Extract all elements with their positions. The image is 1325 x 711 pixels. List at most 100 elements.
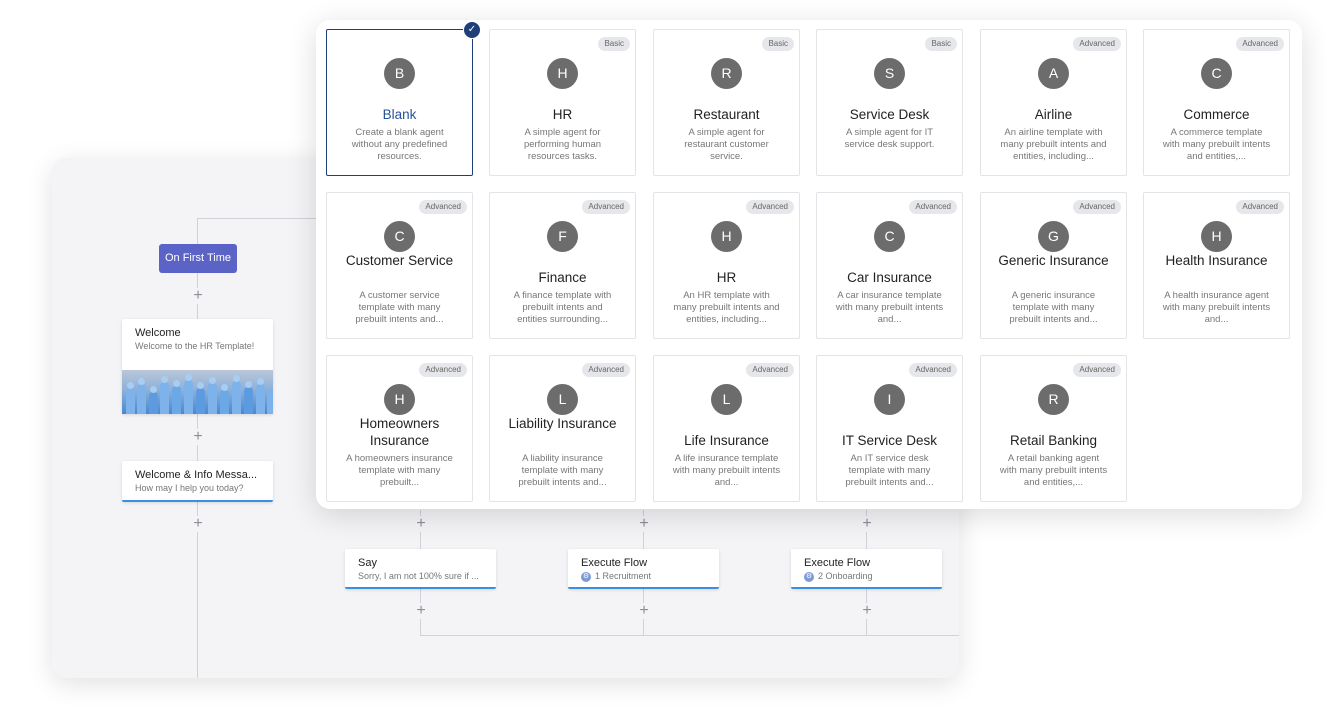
template-card-health-insurance[interactable]: Advanced H Health Insurance A health ins… <box>1143 192 1290 339</box>
template-card-commerce[interactable]: Advanced C Commerce A commerce template … <box>1143 29 1290 176</box>
node-title: Execute Flow <box>804 557 871 569</box>
template-name: Restaurant <box>693 107 760 122</box>
welcome-info-node[interactable]: Welcome & Info Messa... How may I help y… <box>122 461 273 502</box>
say-node[interactable]: Say Sorry, I am not 100% sure if ... <box>345 549 496 589</box>
template-card-restaurant[interactable]: Basic R Restaurant A simple agent for re… <box>653 29 800 176</box>
template-avatar: H <box>711 221 742 252</box>
template-description: A liability insurance template with many… <box>518 453 607 488</box>
template-avatar: C <box>874 221 905 252</box>
template-name: Customer Service <box>345 253 454 268</box>
template-card-it-service-desk[interactable]: Advanced I IT Service Desk An IT service… <box>816 355 963 502</box>
template-badge: Advanced <box>1073 200 1121 214</box>
template-name: Commerce <box>1183 107 1250 122</box>
template-avatar: F <box>547 221 578 252</box>
template-name: Airline <box>1034 107 1073 122</box>
template-badge: Advanced <box>1073 37 1121 51</box>
template-avatar: L <box>711 384 742 415</box>
template-badge: Advanced <box>419 200 467 214</box>
template-description: A homeowners insurance template with man… <box>346 453 453 488</box>
template-badge: Basic <box>762 37 794 51</box>
template-avatar: A <box>1038 58 1069 89</box>
template-avatar: R <box>1038 384 1069 415</box>
template-name: Blank <box>382 107 417 122</box>
template-avatar: S <box>874 58 905 89</box>
template-card-hr-basic[interactable]: Basic H HR A simple agent for performing… <box>489 29 636 176</box>
execute-flow-node[interactable]: Execute Flow ⚙ 2 Onboarding <box>791 549 942 589</box>
plus-icon[interactable]: + <box>636 603 652 619</box>
template-name: Health Insurance <box>1165 253 1268 268</box>
template-name: Generic Insurance <box>998 253 1109 268</box>
plus-icon[interactable]: + <box>190 516 206 532</box>
template-avatar: C <box>384 221 415 252</box>
execute-flow-node[interactable]: Execute Flow ⚙ 1 Recruitment <box>568 549 719 589</box>
template-badge: Advanced <box>909 200 957 214</box>
template-card-hr-advanced[interactable]: Advanced H HR An HR template with many p… <box>653 192 800 339</box>
template-card-car-insurance[interactable]: Advanced C Car Insurance A car insurance… <box>816 192 963 339</box>
template-avatar: C <box>1201 58 1232 89</box>
node-subtitle: Welcome to the HR Template! <box>135 341 255 351</box>
template-card-blank[interactable]: B Blank Create a blank agent without any… <box>326 29 473 176</box>
template-badge: Advanced <box>419 363 467 377</box>
node-title: Welcome <box>135 327 181 339</box>
template-description: An airline template with many prebuilt i… <box>1000 127 1107 162</box>
plus-icon[interactable]: + <box>190 288 206 304</box>
plus-icon[interactable]: + <box>413 603 429 619</box>
template-name: Retail Banking <box>1009 433 1098 448</box>
template-badge: Advanced <box>1073 363 1121 377</box>
template-description: A health insurance agent with many prebu… <box>1162 290 1271 325</box>
node-title: Say <box>358 557 377 569</box>
template-avatar: B <box>384 58 415 89</box>
template-badge: Advanced <box>582 200 630 214</box>
template-description: A retail banking agent with many prebuil… <box>999 453 1108 488</box>
template-description: Create a blank agent without any predefi… <box>351 127 448 162</box>
node-title: Welcome & Info Messa... <box>135 469 258 481</box>
template-card-liability-insurance[interactable]: Advanced L Liability Insurance A liabili… <box>489 355 636 502</box>
welcome-node[interactable]: Welcome Welcome to the HR Template! <box>122 319 273 414</box>
template-name: HR <box>716 270 737 285</box>
template-name: HR <box>552 107 573 122</box>
template-name: Life Insurance <box>684 433 769 448</box>
template-description: A life insurance template with many preb… <box>672 453 781 488</box>
node-subtitle: 1 Recruitment <box>595 571 652 581</box>
template-description: A finance template with prebuilt intents… <box>513 290 612 325</box>
welcome-image <box>122 370 273 414</box>
node-subtitle: Sorry, I am not 100% sure if ... <box>358 571 479 581</box>
template-description: A simple agent for IT service desk suppo… <box>844 127 935 150</box>
node-title: Execute Flow <box>581 557 648 569</box>
template-card-customer-service[interactable]: Advanced C Customer Service A customer s… <box>326 192 473 339</box>
template-badge: Advanced <box>1236 37 1284 51</box>
template-description: A simple agent for restaurant customer s… <box>684 127 769 162</box>
template-card-homeowners-insurance[interactable]: Advanced H Homeowners Insurance A homeow… <box>326 355 473 502</box>
template-avatar: H <box>1201 221 1232 252</box>
plus-icon[interactable]: + <box>636 516 652 532</box>
plus-icon[interactable]: + <box>413 516 429 532</box>
template-name: Liability Insurance <box>508 416 617 431</box>
node-subtitle: How may I help you today? <box>135 483 244 493</box>
template-card-service-desk[interactable]: Basic S Service Desk A simple agent for … <box>816 29 963 176</box>
template-avatar: H <box>384 384 415 415</box>
template-badge: Advanced <box>582 363 630 377</box>
template-description: A generic insurance template with many p… <box>1009 290 1098 325</box>
template-avatar: L <box>547 384 578 415</box>
template-card-airline[interactable]: Advanced A Airline An airline template w… <box>980 29 1127 176</box>
template-card-retail-banking[interactable]: Advanced R Retail Banking A retail banki… <box>980 355 1127 502</box>
template-name: Finance <box>538 270 587 285</box>
plus-icon[interactable]: + <box>190 429 206 445</box>
flow-icon: ⚙ <box>804 571 814 582</box>
node-subtitle: 2 Onboarding <box>818 571 873 581</box>
template-badge: Basic <box>925 37 957 51</box>
template-description: A customer service template with many pr… <box>355 290 444 325</box>
template-card-generic-insurance[interactable]: Advanced G Generic Insurance A generic i… <box>980 192 1127 339</box>
template-badge: Advanced <box>746 363 794 377</box>
plus-icon[interactable]: + <box>859 603 875 619</box>
template-name: Homeowners Insurance <box>359 416 440 448</box>
plus-icon[interactable]: + <box>859 516 875 532</box>
template-card-finance[interactable]: Advanced F Finance A finance template wi… <box>489 192 636 339</box>
on-first-time-trigger[interactable]: On First Time <box>159 244 237 273</box>
template-avatar: R <box>711 58 742 89</box>
template-name: IT Service Desk <box>841 433 938 448</box>
template-badge: Basic <box>598 37 630 51</box>
template-card-life-insurance[interactable]: Advanced L Life Insurance A life insuran… <box>653 355 800 502</box>
template-avatar: G <box>1038 221 1069 252</box>
template-badge: Advanced <box>1236 200 1284 214</box>
